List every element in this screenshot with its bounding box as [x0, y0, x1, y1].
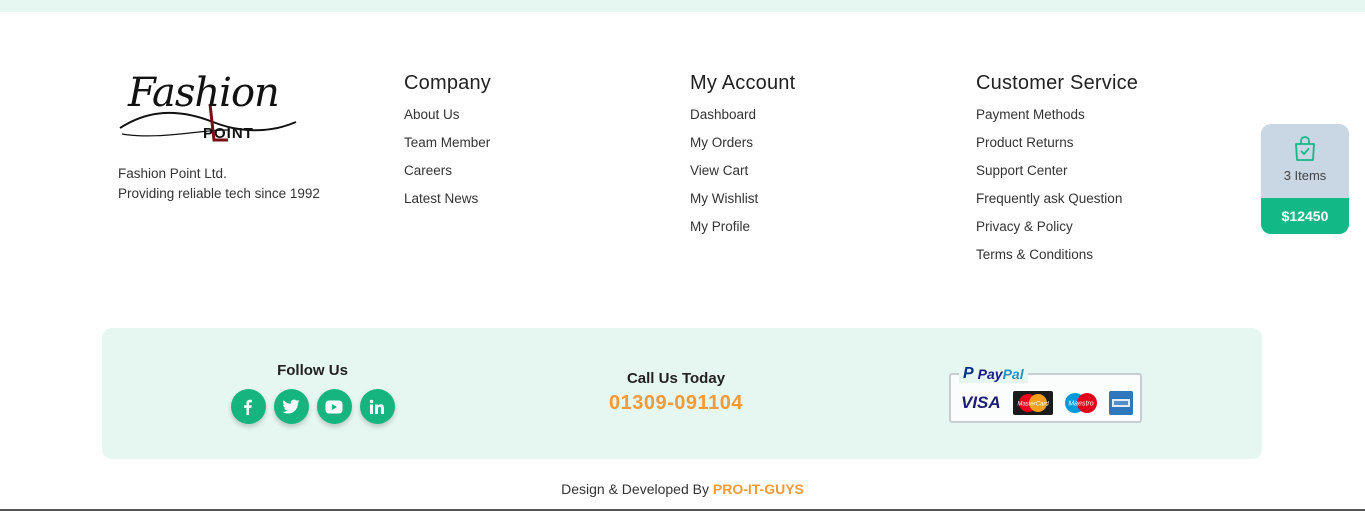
paypal-mark-icon: P [963, 365, 974, 382]
link-privacy-policy[interactable]: Privacy & Policy [976, 217, 1138, 245]
call-us-section: Call Us Today 01309-091104 [576, 370, 776, 415]
linkedin-icon[interactable] [359, 389, 395, 424]
twitter-icon[interactable] [273, 389, 309, 424]
follow-us-section: Follow Us [230, 362, 395, 424]
call-us-title: Call Us Today [626, 370, 726, 387]
company-name: Fashion Point Ltd. [118, 166, 227, 181]
shopping-bag-check-icon [1295, 136, 1315, 161]
link-view-cart[interactable]: View Cart [690, 161, 795, 189]
link-payment-methods[interactable]: Payment Methods [976, 105, 1138, 133]
customer-service-column: Customer Service Payment Methods Product… [976, 72, 1138, 273]
link-my-profile[interactable]: My Profile [690, 217, 795, 245]
paypal-text-pal: Pal [1002, 366, 1024, 382]
follow-us-title: Follow Us [277, 362, 348, 379]
paypal-text-pay: Pay [977, 366, 1003, 382]
youtube-icon[interactable] [316, 389, 352, 424]
customer-service-heading: Customer Service [976, 72, 1139, 94]
maestro-text: Maestro [1068, 401, 1093, 408]
top-strip [0, 0, 1365, 12]
floating-cart-widget[interactable]: 3 Items $12450 [1261, 124, 1349, 234]
payment-methods-badge: P PayPal VISA MasterCard Maestro [949, 365, 1142, 423]
link-support-center[interactable]: Support Center [976, 161, 1138, 189]
american-express-logo [1109, 391, 1133, 415]
link-product-returns[interactable]: Product Returns [976, 133, 1138, 161]
link-team-member[interactable]: Team Member [404, 133, 491, 161]
link-faq[interactable]: Frequently ask Question [976, 189, 1138, 217]
paypal-wordmark: PayPal [978, 366, 1024, 382]
company-column: Company About Us Team Member Careers Lat… [404, 72, 491, 217]
cart-items-count: 3 Items [1283, 168, 1327, 183]
social-links [230, 389, 395, 424]
credit-prefix: Design & Developed By [561, 481, 709, 497]
developer-credit: Design & Developed By PRO-IT-GUYS [0, 481, 1365, 497]
fashion-point-logo[interactable]: Fashion POINT [118, 70, 303, 148]
visa-logo: VISA [961, 393, 1001, 412]
mastercard-logo: MasterCard [1013, 391, 1053, 415]
maestro-logo: Maestro [1065, 393, 1097, 413]
company-heading: Company [404, 72, 491, 94]
link-my-wishlist[interactable]: My Wishlist [690, 189, 795, 217]
link-my-orders[interactable]: My Orders [690, 133, 795, 161]
facebook-icon[interactable] [230, 389, 266, 424]
link-about-us[interactable]: About Us [404, 105, 491, 133]
card-logos: VISA MasterCard Maestro [961, 391, 1133, 415]
link-terms-conditions[interactable]: Terms & Conditions [976, 245, 1138, 273]
my-account-heading: My Account [690, 72, 796, 94]
paypal-logo: P PayPal [959, 365, 1028, 383]
logo-point-text: POINT [203, 125, 254, 142]
company-tagline: Providing reliable tech since 1992 [118, 186, 320, 201]
my-account-column: My Account Dashboard My Orders View Cart… [690, 72, 795, 245]
mastercard-text: MasterCard [1017, 402, 1049, 408]
link-careers[interactable]: Careers [404, 161, 491, 189]
brand-description: Fashion Point Ltd. Providing reliable te… [118, 164, 368, 204]
developer-link[interactable]: PRO-IT-GUYS [713, 481, 804, 497]
logo-script-text: Fashion [128, 70, 280, 116]
cart-summary: 3 Items [1261, 124, 1349, 198]
link-dashboard[interactable]: Dashboard [690, 105, 795, 133]
cart-total: $12450 [1261, 198, 1349, 234]
footer-contact-bar: Follow Us Call Us Today 01309-091104 P P… [102, 328, 1262, 459]
link-latest-news[interactable]: Latest News [404, 189, 491, 217]
phone-number[interactable]: 01309-091104 [576, 392, 776, 415]
footer-brand: Fashion POINT Fashion Point Ltd. Providi… [118, 70, 368, 204]
